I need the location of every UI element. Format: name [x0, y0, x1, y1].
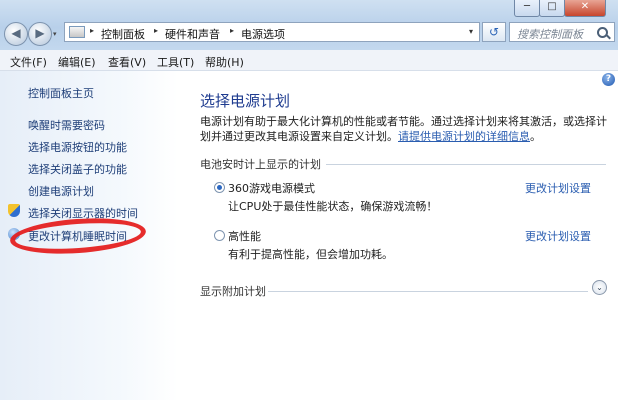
task-pane: 控制面板主页 唤醒时需要密码 选择电源按钮的功能 选择关闭盖子的功能 创建电源计… [0, 71, 178, 400]
sidebar-control-panel-home[interactable]: 控制面板主页 [28, 85, 94, 101]
plan-high-performance-description: 有利于提高性能，但会增加功耗。 [228, 248, 393, 261]
plan-high-performance-radio[interactable] [214, 230, 225, 241]
title-bar: ─ □ ✕ ◀ ▶ ▾ ▸ 控制面板 ▸ 硬件和声音 ▸ 电源选项 ▾ ↺ 搜索… [0, 0, 618, 50]
sidebar-wake-password[interactable]: 唤醒时需要密码 [28, 117, 105, 133]
sidebar-power-button[interactable]: 选择电源按钮的功能 [28, 139, 127, 155]
breadcrumb-separator-icon[interactable]: ▸ [90, 26, 94, 35]
maximize-button[interactable]: □ [539, 0, 565, 17]
refresh-button[interactable]: ↺ [482, 22, 506, 42]
plan-360-name[interactable]: 360游戏电源模式 [228, 180, 315, 196]
plan-360-radio[interactable] [214, 182, 225, 193]
breadcrumb-separator-icon[interactable]: ▸ [230, 26, 234, 35]
back-button[interactable]: ◀ [4, 22, 28, 46]
page-title: 选择电源计划 [200, 92, 291, 110]
menu-help[interactable]: 帮助(H) [205, 54, 244, 70]
menu-edit[interactable]: 编辑(E) [58, 54, 96, 70]
control-panel-icon [69, 26, 85, 38]
plan-info-link[interactable]: 请提供电源计划的详细信息 [398, 130, 530, 143]
forward-button[interactable]: ▶ [28, 22, 52, 46]
breadcrumb-control-panel[interactable]: 控制面板 [101, 26, 145, 42]
menu-tools[interactable]: 工具(T) [157, 54, 194, 70]
help-icon[interactable]: ? [602, 73, 615, 86]
page-description: 电源计划有助于最大化计算机的性能或者节能。通过选择计划来将其激活，或选择计划并通… [200, 114, 612, 144]
group-divider [326, 164, 606, 165]
breadcrumb-hardware-sound[interactable]: 硬件和声音 [165, 26, 220, 42]
address-bar[interactable]: ▸ 控制面板 ▸ 硬件和声音 ▸ 电源选项 ▾ [64, 22, 480, 42]
address-dropdown-icon[interactable]: ▾ [469, 27, 473, 36]
plans-group-title: 电池安时计上显示的计划 [200, 158, 321, 171]
description-end: 。 [530, 130, 541, 143]
search-icon[interactable] [597, 27, 608, 38]
history-dropdown-icon[interactable]: ▾ [53, 30, 57, 38]
sidebar-create-plan[interactable]: 创建电源计划 [28, 183, 94, 199]
search-placeholder: 搜索控制面板 [517, 28, 583, 41]
plan-high-performance-settings-link[interactable]: 更改计划设置 [525, 228, 591, 244]
sidebar-lid-close[interactable]: 选择关闭盖子的功能 [28, 161, 127, 177]
breadcrumb-power-options[interactable]: 电源选项 [241, 26, 285, 42]
breadcrumb-separator-icon[interactable]: ▸ [154, 26, 158, 35]
shield-icon [8, 204, 20, 217]
menu-file[interactable]: 文件(F) [10, 54, 47, 70]
plan-360-settings-link[interactable]: 更改计划设置 [525, 180, 591, 196]
menu-bar: 文件(F) 编辑(E) 查看(V) 工具(T) 帮助(H) [0, 50, 618, 71]
minimize-button[interactable]: ─ [514, 0, 540, 17]
menu-view[interactable]: 查看(V) [108, 54, 146, 70]
show-more-plans-label[interactable]: 显示附加计划 [200, 283, 266, 299]
search-input[interactable]: 搜索控制面板 [509, 22, 615, 42]
plan-360-description: 让CPU处于最佳性能状态，确保游戏流畅！ [228, 200, 438, 213]
group-divider [268, 291, 588, 292]
close-button[interactable]: ✕ [564, 0, 606, 17]
expand-chevron-icon[interactable]: ⌄ [592, 280, 607, 295]
plan-high-performance-name[interactable]: 高性能 [228, 228, 261, 244]
